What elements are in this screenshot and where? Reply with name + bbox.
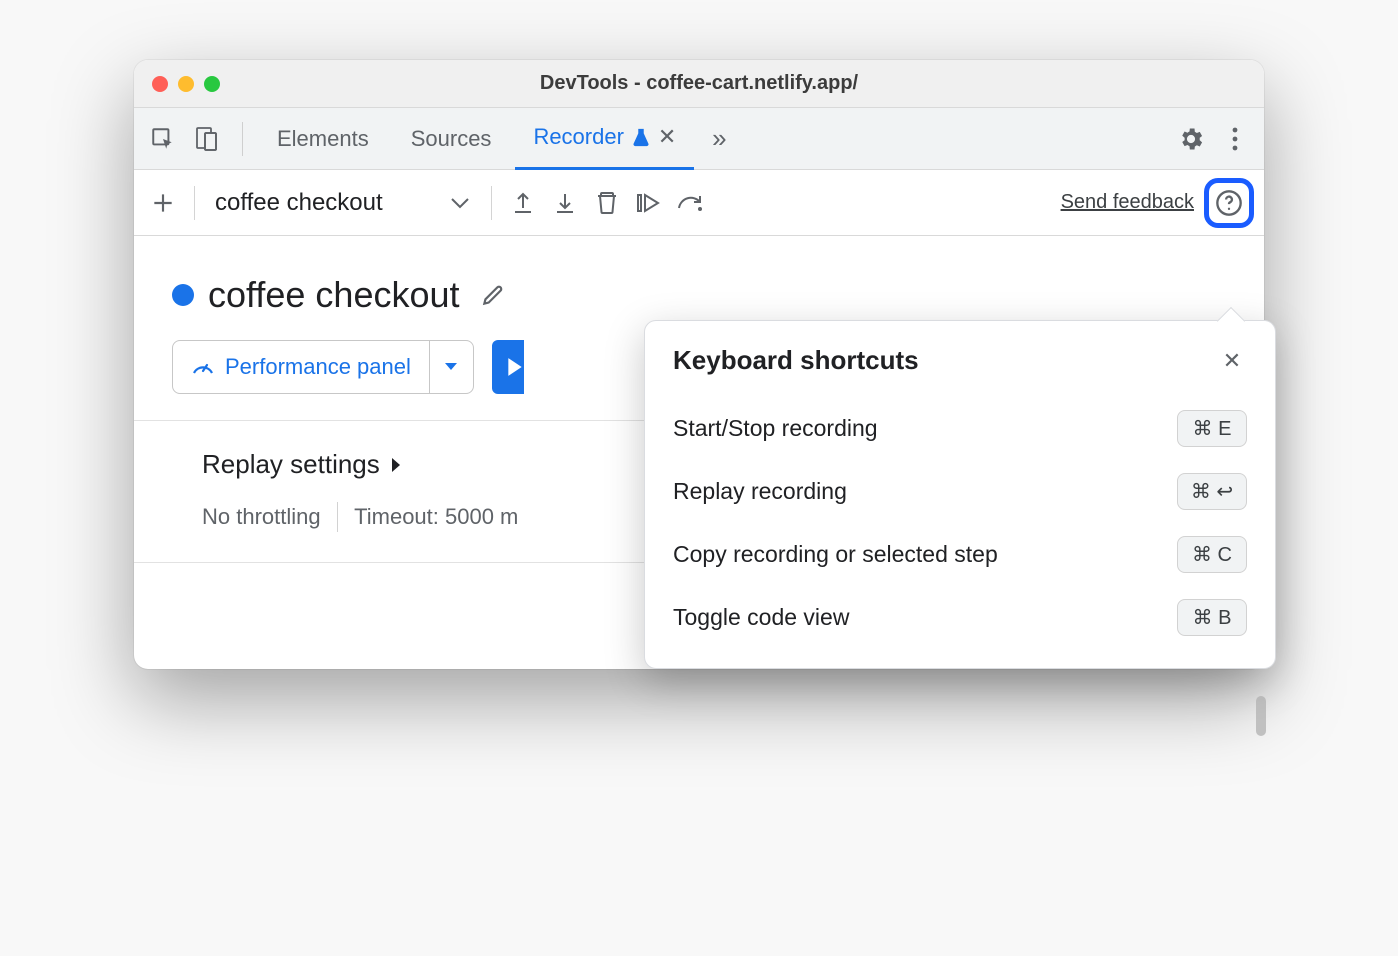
popup-title: Keyboard shortcuts [673,345,919,376]
inspect-icon[interactable] [144,120,182,158]
gauge-icon [191,357,215,377]
tab-recorder[interactable]: Recorder ✕ [515,108,694,170]
flask-icon [632,127,650,147]
titlebar: DevTools - coffee-cart.netlify.app/ [134,60,1264,108]
performance-panel-label: Performance panel [225,354,411,380]
recording-status-dot [172,284,194,306]
recording-title: coffee checkout [208,274,460,316]
zoom-window-button[interactable] [204,76,220,92]
throttling-value: No throttling [202,504,321,530]
devtools-window: DevTools - coffee-cart.netlify.app/ Elem… [134,60,1264,669]
recording-select[interactable]: coffee checkout [207,189,437,217]
separator [194,186,195,220]
caret-right-icon [390,457,402,473]
separator [491,186,492,220]
shortcut-label: Start/Stop recording [673,415,878,442]
traffic-lights [152,76,220,92]
import-icon[interactable] [546,184,584,222]
shortcut-row: Replay recording ⌘ ↩ [673,473,1247,510]
tab-sources[interactable]: Sources [393,108,510,170]
kebab-menu-icon[interactable] [1216,120,1254,158]
tab-elements[interactable]: Elements [259,108,387,170]
help-button[interactable] [1204,178,1254,228]
shortcut-label: Replay recording [673,478,847,505]
send-feedback-link[interactable]: Send feedback [1061,191,1194,214]
export-icon[interactable] [504,184,542,222]
window-title: DevTools - coffee-cart.netlify.app/ [134,72,1264,95]
shortcut-key: ⌘ B [1177,599,1247,636]
shortcut-label: Toggle code view [673,604,849,631]
performance-dropdown-caret[interactable] [429,341,473,393]
close-window-button[interactable] [152,76,168,92]
timeout-value: Timeout: 5000 m [354,504,518,530]
shortcut-key: ⌘ E [1177,410,1247,447]
close-tab-icon[interactable]: ✕ [658,124,676,150]
step-icon[interactable] [630,184,668,222]
edit-title-icon[interactable] [474,276,512,314]
device-toolbar-icon[interactable] [188,120,226,158]
shortcut-key: ⌘ C [1177,536,1247,573]
shortcut-key: ⌘ ↩ [1177,473,1247,510]
devtools-tabbar: Elements Sources Recorder ✕ » [134,108,1264,170]
delete-icon[interactable] [588,184,626,222]
shortcut-row: Toggle code view ⌘ B [673,599,1247,636]
keyboard-shortcuts-popup: Keyboard shortcuts ✕ Start/Stop recordin… [644,320,1276,669]
shortcut-label: Copy recording or selected step [673,541,998,568]
performance-panel-button[interactable]: Performance panel [172,340,474,394]
more-tabs-icon[interactable]: » [700,120,738,158]
add-recording-button[interactable] [144,184,182,222]
replay-arc-icon[interactable] [672,184,710,222]
gear-icon[interactable] [1172,120,1210,158]
replay-button[interactable] [492,340,524,394]
separator [242,122,243,156]
scrollbar-thumb[interactable] [1256,696,1266,736]
chevron-down-icon[interactable] [441,184,479,222]
close-icon[interactable]: ✕ [1217,346,1247,376]
minimize-window-button[interactable] [178,76,194,92]
shortcut-row: Copy recording or selected step ⌘ C [673,536,1247,573]
shortcut-row: Start/Stop recording ⌘ E [673,410,1247,447]
recorder-toolbar: coffee checkout Send feedback [134,170,1264,236]
